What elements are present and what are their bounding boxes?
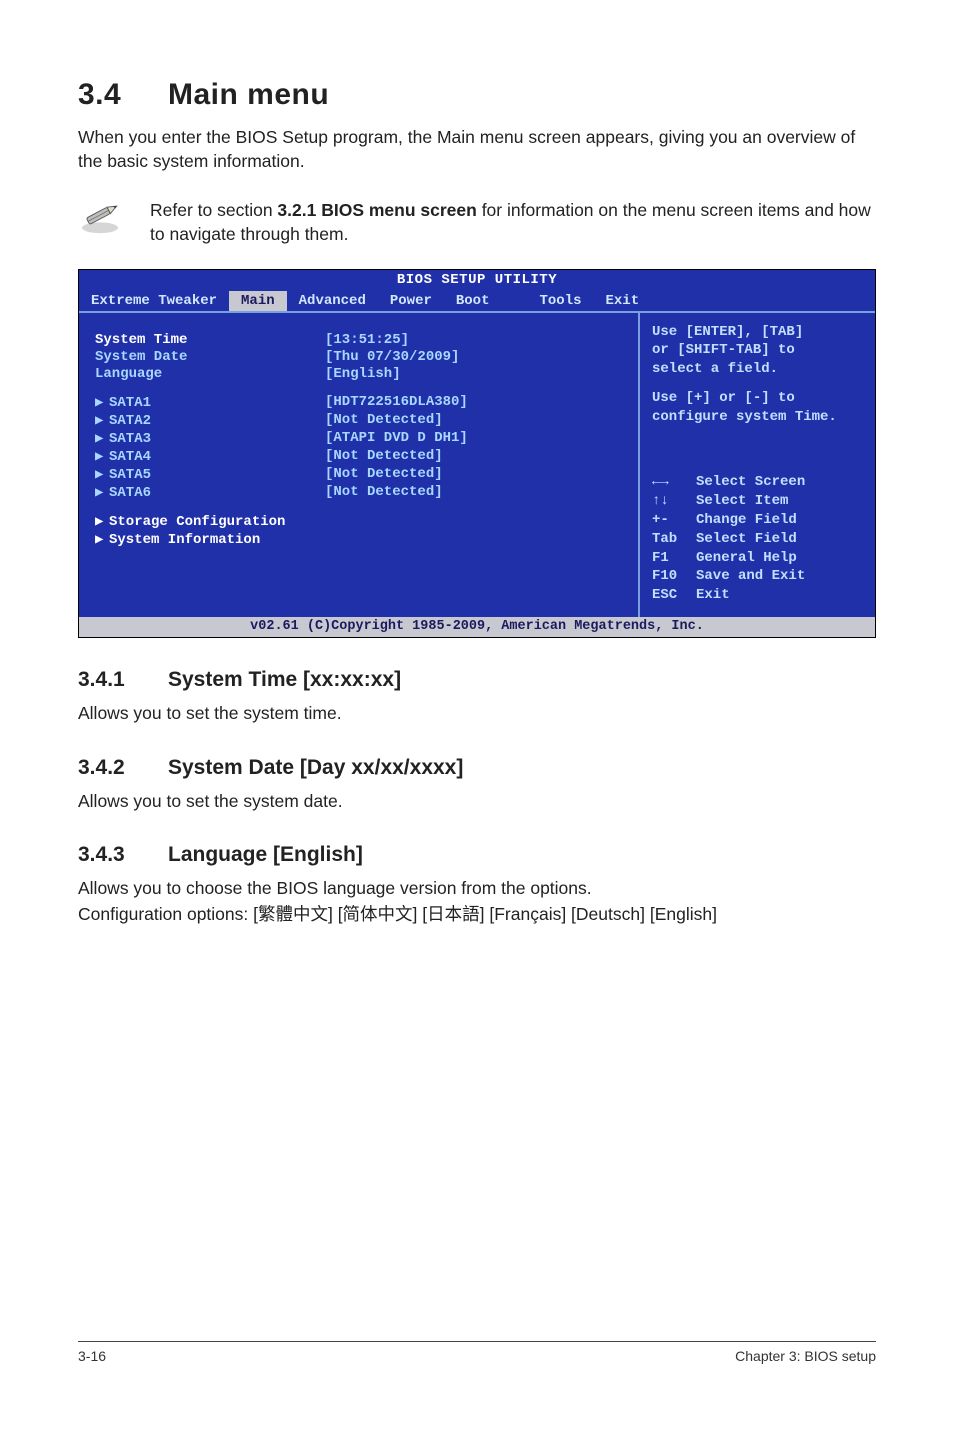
section-title-text: Main menu: [168, 78, 329, 111]
bios-left-pane: System Time [13:51:25] System Date [Thu …: [79, 313, 640, 618]
note-bold: 3.2.1 BIOS menu screen: [277, 200, 476, 220]
sub-title-342: System Date [Day xx/xx/xxxx]: [168, 756, 463, 779]
bios-title: BIOS SETUP UTILITY: [79, 270, 875, 291]
footer-page-number: 3-16: [78, 1348, 106, 1364]
row-sata2[interactable]: ▶SATA2 [Not Detected]: [95, 412, 628, 429]
sub-body-343a: Allows you to choose the BIOS language v…: [78, 877, 876, 901]
val-sata4: [Not Detected]: [325, 448, 443, 465]
row-sata4[interactable]: ▶SATA4 [Not Detected]: [95, 448, 628, 465]
key-arrows-lr: ←→: [652, 473, 696, 492]
section-heading: 3.4Main menu: [78, 78, 876, 112]
sub-body-341: Allows you to set the system time.: [78, 702, 876, 726]
bios-key-legend: ←→Select Screen ↑↓Select Item +-Change F…: [652, 473, 865, 605]
sub-body-342: Allows you to set the system date.: [78, 790, 876, 814]
row-sata5[interactable]: ▶SATA5 [Not Detected]: [95, 466, 628, 483]
triangle-icon: ▶: [95, 430, 109, 447]
sub-num-342: 3.4.2: [78, 756, 168, 780]
bios-screenshot: BIOS SETUP UTILITY Extreme Tweaker Main …: [78, 269, 876, 639]
key-tab: Tab: [652, 530, 696, 549]
key-d2: Change Field: [696, 511, 865, 530]
key-f10: F10: [652, 567, 696, 586]
triangle-icon: ▶: [95, 394, 109, 411]
row-system-date[interactable]: System Date [Thu 07/30/2009]: [95, 349, 628, 365]
footer-chapter: Chapter 3: BIOS setup: [735, 1348, 876, 1364]
val-system-time: [13:51:25]: [325, 332, 409, 348]
sub-title-341: System Time [xx:xx:xx]: [168, 668, 401, 691]
bios-tab-advanced[interactable]: Advanced: [287, 291, 378, 311]
row-sata6[interactable]: ▶SATA6 [Not Detected]: [95, 484, 628, 501]
val-system-date: [Thu 07/30/2009]: [325, 349, 459, 365]
help-l2: or [SHIFT-TAB] to: [652, 341, 865, 360]
sub-num-343: 3.4.3: [78, 843, 168, 867]
lbl-language: Language: [95, 366, 325, 382]
bios-tab-exit[interactable]: Exit: [594, 291, 652, 311]
lbl-sata4: SATA4: [109, 449, 151, 465]
row-sata3[interactable]: ▶SATA3 [ATAPI DVD D DH1]: [95, 430, 628, 447]
key-d6: Exit: [696, 586, 865, 605]
note-text: Refer to section 3.2.1 BIOS menu screen …: [150, 199, 876, 246]
help-l1: Use [ENTER], [TAB]: [652, 323, 865, 342]
lbl-sata6: SATA6: [109, 485, 151, 501]
row-system-info[interactable]: ▶System Information: [95, 531, 628, 548]
triangle-icon: ▶: [95, 412, 109, 429]
sub-heading-343: 3.4.3Language [English]: [78, 843, 876, 867]
bios-tab-power[interactable]: Power: [378, 291, 444, 311]
val-sata6: [Not Detected]: [325, 484, 443, 501]
lbl-system-info: System Information: [109, 532, 260, 548]
triangle-icon: ▶: [95, 484, 109, 501]
pencil-note-icon: [78, 199, 122, 240]
lbl-sata1: SATA1: [109, 395, 151, 411]
lbl-system-date: System Date: [95, 349, 325, 365]
sub-body-343b: Configuration options: [繁體中文] [简体中文] [日本…: [78, 903, 876, 927]
key-plusminus: +-: [652, 511, 696, 530]
sub-title-343: Language [English]: [168, 843, 363, 866]
val-sata5: [Not Detected]: [325, 466, 443, 483]
bios-copyright: v02.61 (C)Copyright 1985-2009, American …: [79, 617, 875, 637]
page-footer: 3-16 Chapter 3: BIOS setup: [78, 1341, 876, 1364]
key-d3: Select Field: [696, 530, 865, 549]
lbl-sata2: SATA2: [109, 413, 151, 429]
bios-menubar: Extreme Tweaker Main Advanced Power Boot…: [79, 291, 875, 311]
sub-heading-341: 3.4.1System Time [xx:xx:xx]: [78, 668, 876, 692]
row-storage-config[interactable]: ▶Storage Configuration: [95, 513, 628, 530]
key-d1: Select Item: [696, 492, 865, 511]
note-block: Refer to section 3.2.1 BIOS menu screen …: [78, 199, 876, 246]
key-f1: F1: [652, 549, 696, 568]
key-d4: General Help: [696, 549, 865, 568]
val-sata1: [HDT722516DLA380]: [325, 394, 468, 411]
row-language[interactable]: Language [English]: [95, 366, 628, 382]
bios-tab-boot[interactable]: Boot: [444, 291, 502, 311]
row-sata1[interactable]: ▶SATA1 [HDT722516DLA380]: [95, 394, 628, 411]
lbl-system-time: System Time: [95, 332, 325, 348]
help-l3: select a field.: [652, 360, 865, 379]
row-system-time[interactable]: System Time [13:51:25]: [95, 332, 628, 348]
key-d5: Save and Exit: [696, 567, 865, 586]
intro-paragraph: When you enter the BIOS Setup program, t…: [78, 126, 876, 173]
help-l5: configure system Time.: [652, 408, 865, 427]
val-sata2: [Not Detected]: [325, 412, 443, 429]
lbl-sata5: SATA5: [109, 467, 151, 483]
lbl-storage-config: Storage Configuration: [109, 514, 285, 530]
bios-tab-tools[interactable]: Tools: [527, 291, 593, 311]
val-language: [English]: [325, 366, 401, 382]
bios-help-pane: Use [ENTER], [TAB] or [SHIFT-TAB] to sel…: [640, 313, 875, 618]
help-l4: Use [+] or [-] to: [652, 389, 865, 408]
lbl-sata3: SATA3: [109, 431, 151, 447]
bios-tab-main[interactable]: Main: [229, 291, 287, 311]
key-esc: ESC: [652, 586, 696, 605]
sub-heading-342: 3.4.2System Date [Day xx/xx/xxxx]: [78, 756, 876, 780]
val-sata3: [ATAPI DVD D DH1]: [325, 430, 468, 447]
sub-num-341: 3.4.1: [78, 668, 168, 692]
key-arrows-ud: ↑↓: [652, 492, 696, 511]
section-number: 3.4: [78, 78, 168, 112]
note-pre: Refer to section: [150, 200, 277, 220]
triangle-icon: ▶: [95, 448, 109, 465]
key-d0: Select Screen: [696, 473, 865, 492]
bios-tab-extreme[interactable]: Extreme Tweaker: [79, 291, 229, 311]
triangle-icon: ▶: [95, 531, 109, 548]
triangle-icon: ▶: [95, 466, 109, 483]
triangle-icon: ▶: [95, 513, 109, 530]
